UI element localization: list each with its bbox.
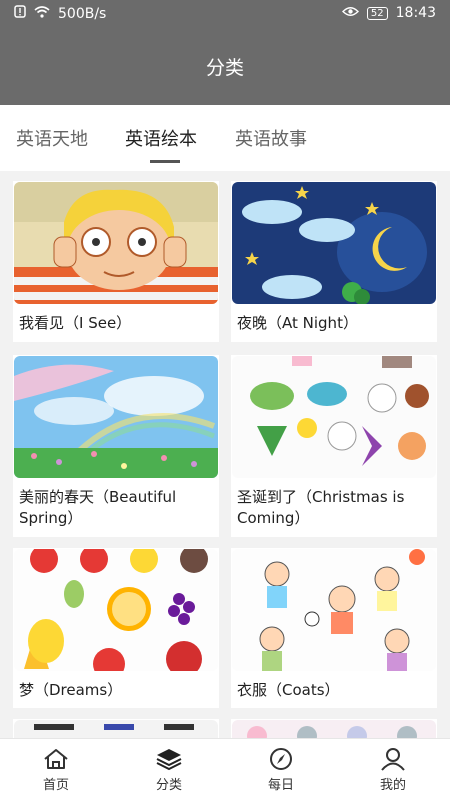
status-left: 500B/s <box>14 5 106 22</box>
nav-label: 首页 <box>42 778 69 793</box>
book-card[interactable]: 夜晚（At Night） <box>231 181 437 342</box>
wifi-icon <box>34 5 50 22</box>
book-title: 圣诞到了（Christmas is Coming） <box>237 488 405 527</box>
clock: 18:43 <box>395 5 436 21</box>
active-tab-indicator <box>150 160 180 163</box>
layers-icon <box>156 749 182 771</box>
book-cover-image <box>14 356 218 478</box>
book-cover-image <box>232 549 436 671</box>
home-icon <box>44 749 68 769</box>
book-cover-image <box>232 720 436 738</box>
book-title: 衣服（Coats） <box>237 681 340 699</box>
network-speed: 500B/s <box>58 5 107 22</box>
book-card[interactable]: 我看见（I See） <box>13 181 219 342</box>
bottom-navigation: 首页 分类 每日 我的 <box>0 738 450 800</box>
nav-home[interactable]: 首页 <box>16 747 96 793</box>
status-bar: 500B/s 52 18:43 <box>0 0 450 28</box>
book-card[interactable]: 美丽的春天（Beautiful Spring） <box>13 355 219 537</box>
nav-mine[interactable]: 我的 <box>353 747 433 793</box>
book-card[interactable]: 梦（Dreams） <box>13 548 219 708</box>
nav-category[interactable]: 分类 <box>129 747 209 793</box>
compass-icon <box>270 748 292 770</box>
book-cover-image <box>232 356 436 478</box>
page-title: 分类 <box>205 57 244 79</box>
battery-indicator: 52 <box>366 6 388 20</box>
book-card[interactable] <box>13 719 219 738</box>
book-grid[interactable]: 我看见（I See） 夜晚（At Night） 美丽的春天（Beautiful … <box>0 171 450 738</box>
title-bar: 分类 <box>0 28 450 105</box>
book-cover-image <box>232 182 436 304</box>
book-title: 梦（Dreams） <box>19 681 123 699</box>
book-cover-image <box>14 549 218 671</box>
nav-label: 我的 <box>379 778 406 793</box>
eye-icon <box>341 5 359 21</box>
book-card[interactable]: 衣服（Coats） <box>231 548 437 708</box>
book-card[interactable]: 圣诞到了（Christmas is Coming） <box>231 355 437 537</box>
book-title: 我看见（I See） <box>19 314 132 332</box>
book-title: 夜晚（At Night） <box>237 314 358 332</box>
tab-english-world[interactable]: 英语天地 <box>16 125 88 151</box>
nav-label: 每日 <box>267 778 294 793</box>
status-right: 52 18:43 <box>341 5 436 21</box>
book-title: 美丽的春天（Beautiful Spring） <box>19 488 177 527</box>
category-tabs: 英语天地 英语绘本 英语故事 <box>0 105 450 171</box>
book-cover-image <box>14 720 218 738</box>
nav-daily[interactable]: 每日 <box>241 747 321 793</box>
nav-label: 分类 <box>155 778 182 793</box>
book-card[interactable] <box>231 719 437 738</box>
book-cover-image <box>14 182 218 304</box>
user-icon <box>381 748 405 771</box>
alert-icon <box>14 5 26 22</box>
tab-picture-books[interactable]: 英语绘本 <box>125 125 197 151</box>
tab-english-stories[interactable]: 英语故事 <box>235 125 307 151</box>
